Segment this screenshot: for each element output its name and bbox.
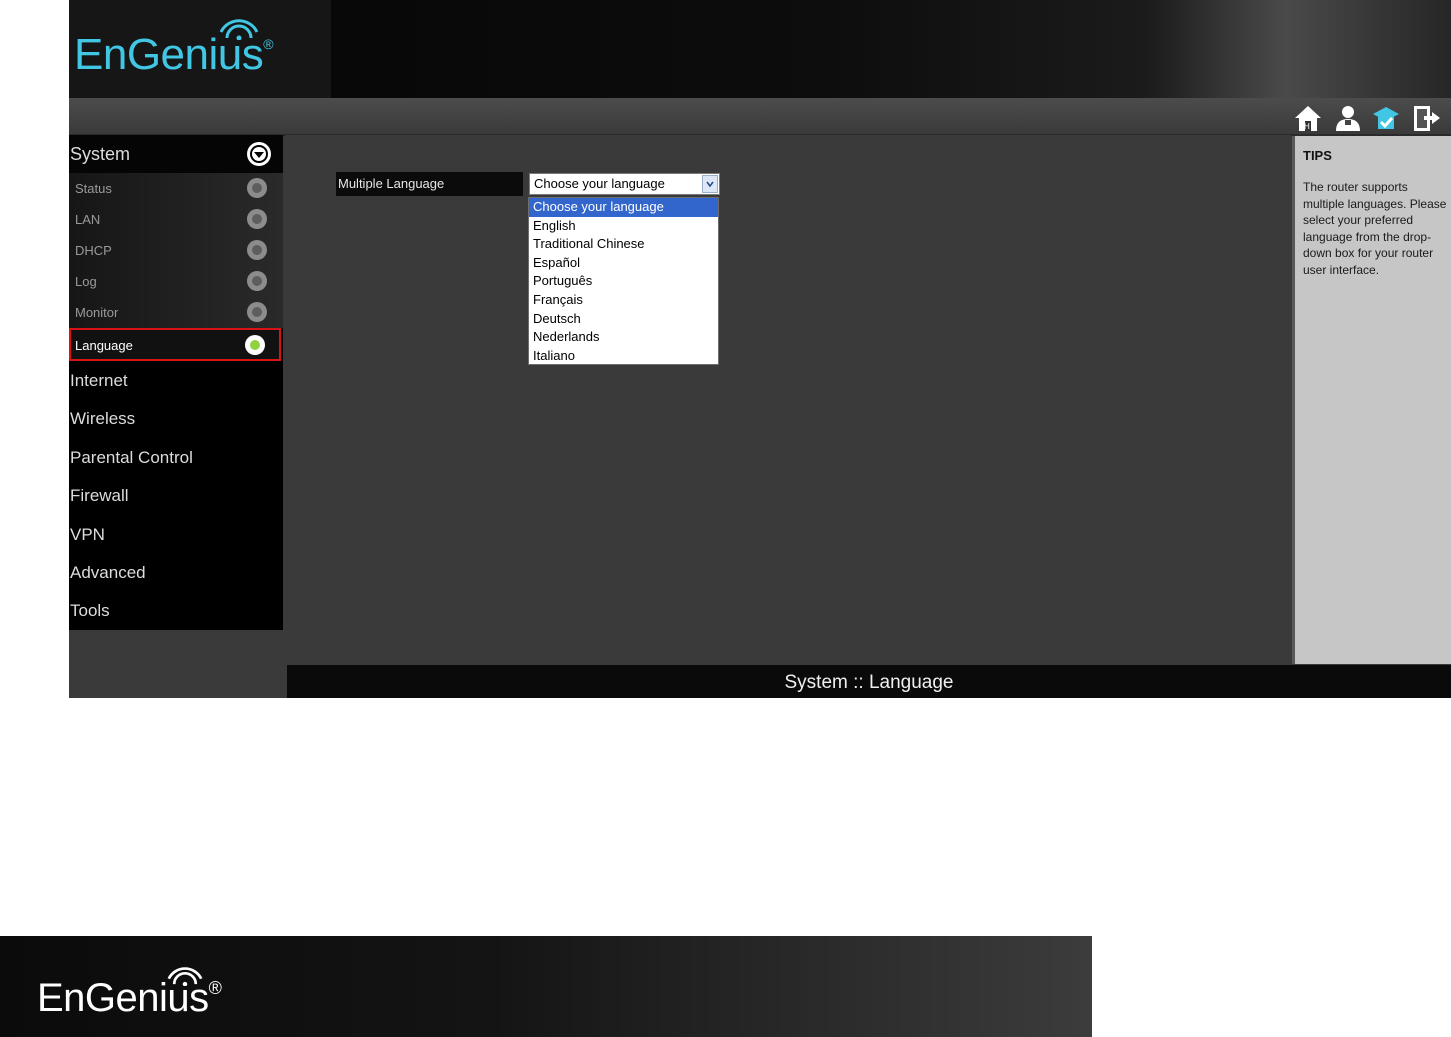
tips-panel: TIPS The router supports multiple langua… <box>1292 136 1451 664</box>
wifi-icon <box>167 967 203 986</box>
sidebar-item-language[interactable]: Language <box>69 328 281 361</box>
language-select[interactable]: Choose your language <box>529 173 720 195</box>
header-banner: EnGenius® <box>69 0 1451 98</box>
language-field-label: Multiple Language <box>336 172 523 196</box>
sidebar-item-log[interactable]: Log <box>69 266 283 297</box>
sidebar-item-system[interactable]: System <box>69 135 283 173</box>
engenius-logo: EnGenius® <box>74 19 274 80</box>
main-content: Multiple Language Choose your language C… <box>286 135 1291 665</box>
wifi-icon <box>219 19 259 40</box>
system-submenu: Status LAN DHCP Log Monitor <box>69 173 283 328</box>
bullet-icon <box>247 271 267 291</box>
chevron-down-icon[interactable] <box>702 175 718 193</box>
language-option[interactable]: Português <box>529 272 718 291</box>
sidebar-item-lan[interactable]: LAN <box>69 204 283 235</box>
sidebar-menu: System Status LAN DHCP Log Monitor Langu… <box>69 135 283 630</box>
language-option[interactable]: Nederlands <box>529 328 718 347</box>
sidebar-item-label: Log <box>75 274 97 289</box>
bullet-icon <box>247 240 267 260</box>
language-option[interactable]: Choose your language <box>529 198 718 217</box>
sidebar-item-label: Monitor <box>75 305 119 320</box>
language-dropdown-list: Choose your language English Traditional… <box>528 197 719 365</box>
language-option[interactable]: Italiano <box>529 347 718 366</box>
sidebar-item-label: Language <box>75 338 133 353</box>
router-admin-window: EnGenius® H System Status LAN DHCP Log M… <box>69 0 1451 698</box>
sidebar: System Status LAN DHCP Log Monitor Langu… <box>69 135 283 698</box>
collapse-icon[interactable] <box>247 142 271 166</box>
select-value: Choose your language <box>534 176 665 191</box>
sidebar-item-label: System <box>70 144 131 164</box>
sidebar-item-vpn[interactable]: VPN <box>70 525 105 545</box>
language-option[interactable]: Traditional Chinese <box>529 235 718 254</box>
page-footer: System :: Language <box>287 665 1451 698</box>
svg-text:H: H <box>1304 122 1310 131</box>
sidebar-item-status[interactable]: Status <box>69 173 283 204</box>
language-option[interactable]: Deutsch <box>529 310 718 329</box>
bullet-icon <box>247 302 267 322</box>
engenius-logo: EnGenius® <box>37 967 222 1021</box>
sidebar-item-tools[interactable]: Tools <box>70 601 110 621</box>
language-option[interactable]: English <box>529 217 718 236</box>
toolbar: H <box>69 98 1451 136</box>
page-title: System :: Language <box>784 672 954 693</box>
active-bullet-icon <box>245 335 265 355</box>
bullet-icon <box>247 178 267 198</box>
logout-icon[interactable] <box>1410 102 1442 134</box>
bullet-icon <box>247 209 267 229</box>
language-option[interactable]: Español <box>529 254 718 273</box>
tips-body: The router supports multiple languages. … <box>1303 180 1447 277</box>
sidebar-item-dhcp[interactable]: DHCP <box>69 235 283 266</box>
sidebar-item-parental-control[interactable]: Parental Control <box>70 448 193 468</box>
bottom-banner: EnGenius® <box>0 936 1092 1037</box>
sidebar-item-monitor[interactable]: Monitor <box>69 297 283 328</box>
language-option[interactable]: Français <box>529 291 718 310</box>
sidebar-item-firewall[interactable]: Firewall <box>70 486 129 506</box>
sidebar-item-label: LAN <box>75 212 101 227</box>
sidebar-item-label: DHCP <box>75 243 112 258</box>
user-icon[interactable] <box>1332 102 1364 134</box>
tips-title: TIPS <box>1303 148 1332 163</box>
wizard-icon[interactable] <box>1370 102 1402 134</box>
sidebar-item-advanced[interactable]: Advanced <box>70 563 146 583</box>
sidebar-item-label: Status <box>75 181 112 196</box>
sidebar-item-internet[interactable]: Internet <box>70 371 128 391</box>
sidebar-item-wireless[interactable]: Wireless <box>70 409 135 429</box>
home-icon[interactable]: H <box>1292 102 1324 134</box>
